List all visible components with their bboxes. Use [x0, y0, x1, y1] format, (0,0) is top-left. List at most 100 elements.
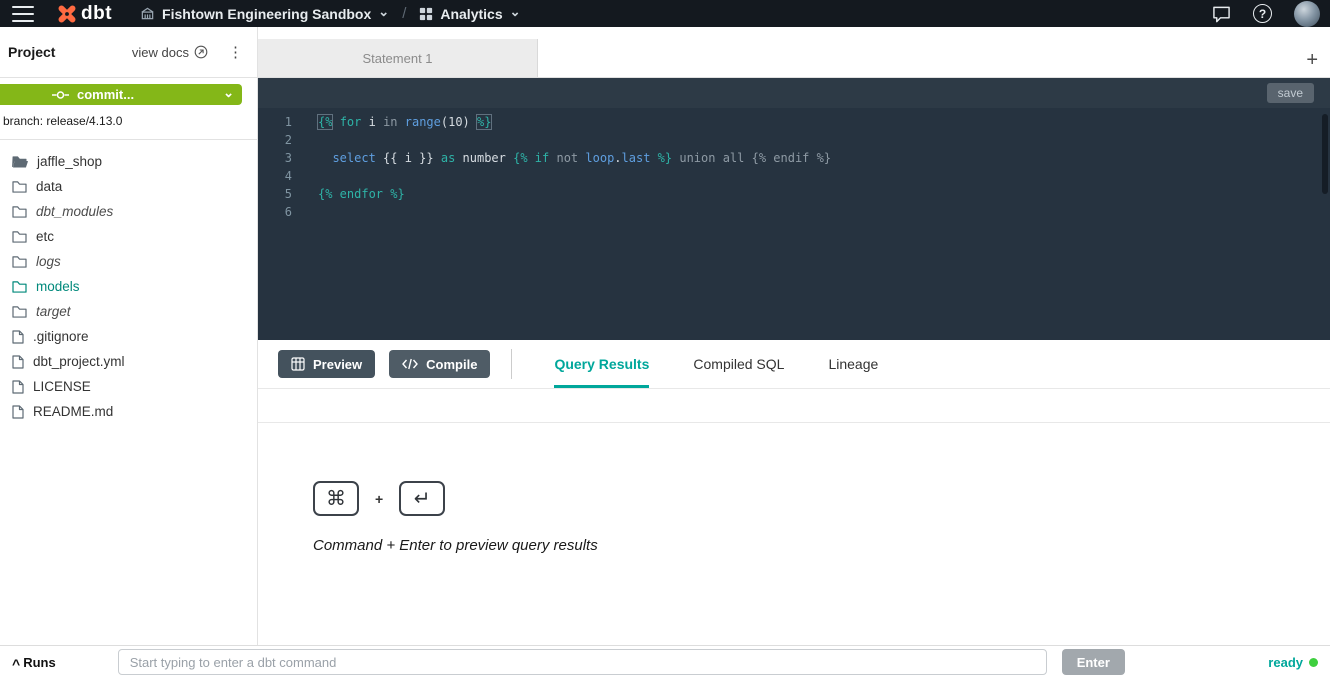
- code-line[interactable]: 3 select {{ i }} as number {% if not loo…: [258, 149, 1330, 167]
- commit-section: commit... ⌄: [0, 78, 257, 105]
- chat-icon[interactable]: [1212, 5, 1231, 23]
- status-text: ready: [1268, 655, 1303, 670]
- folder-icon: [12, 205, 27, 218]
- enter-button[interactable]: Enter: [1062, 649, 1125, 675]
- code-line-content: [292, 131, 318, 149]
- folder-icon: [12, 305, 27, 318]
- tab-compiled-sql[interactable]: Compiled SQL: [693, 340, 784, 388]
- main-row: Project view docs ⋮ commit... ⌄: [0, 27, 1330, 645]
- results-subheader: [258, 389, 1330, 423]
- commit-icon: [52, 90, 69, 100]
- folder-icon: [12, 280, 27, 293]
- tree-item-models[interactable]: models: [0, 274, 257, 299]
- status-bar: ^ Runs Enter ready: [0, 645, 1330, 678]
- code-line[interactable]: 2: [258, 131, 1330, 149]
- tree-item-data[interactable]: data: [0, 174, 257, 199]
- dbt-logo[interactable]: dbt: [56, 3, 112, 25]
- editor-toolbar: save: [258, 78, 1330, 108]
- compile-button[interactable]: Compile: [389, 350, 490, 378]
- sidebar-menu-icon[interactable]: ⋮: [224, 43, 247, 61]
- dbt-logo-icon: [56, 3, 78, 25]
- tab-lineage[interactable]: Lineage: [828, 340, 878, 388]
- runs-label: Runs: [23, 655, 56, 670]
- tree-item-etc[interactable]: etc: [0, 224, 257, 249]
- tree-item-label: data: [36, 179, 62, 194]
- tree-item-logs[interactable]: logs: [0, 249, 257, 274]
- tree-item-gitignore[interactable]: .gitignore: [0, 324, 257, 349]
- results-body: ⌘ + ↵ Command + Enter to preview query r…: [258, 423, 1330, 645]
- code-line-content: [292, 203, 318, 221]
- enter-key-icon: ↵: [399, 481, 445, 516]
- code-line[interactable]: 1{% for i in range(10) %}: [258, 113, 1330, 131]
- file-icon: [12, 330, 24, 344]
- file-icon: [12, 380, 24, 394]
- folder-icon: [12, 230, 27, 243]
- tree-item-label: models: [36, 279, 80, 294]
- plus-sign: +: [375, 491, 383, 507]
- grid-table-icon: [291, 357, 305, 371]
- grid-icon: [419, 7, 433, 21]
- account-selector[interactable]: Fishtown Engineering Sandbox ⌄: [140, 6, 389, 22]
- tree-item-readme-md[interactable]: README.md: [0, 399, 257, 424]
- dbt-cloud-ide: dbt Fishtown Engineering Sandbox ⌄ / Ana…: [0, 0, 1330, 678]
- tree-item-target[interactable]: target: [0, 299, 257, 324]
- line-number: 5: [258, 185, 292, 203]
- editor-scrollbar[interactable]: [1322, 114, 1328, 194]
- shortcut-keys: ⌘ + ↵: [313, 481, 1330, 516]
- tree-item-label: dbt_project.yml: [33, 354, 125, 369]
- line-number: 1: [258, 113, 292, 131]
- folder-icon: [12, 180, 27, 193]
- tree-item-label: target: [36, 304, 71, 319]
- project-selector[interactable]: Analytics ⌄: [419, 6, 520, 22]
- code-line[interactable]: 5{% endfor %}: [258, 185, 1330, 203]
- save-button[interactable]: save: [1267, 83, 1314, 103]
- line-number: 4: [258, 167, 292, 185]
- tab-statement-1[interactable]: Statement 1: [258, 39, 538, 77]
- line-number: 2: [258, 131, 292, 149]
- chevron-down-icon: ⌄: [378, 8, 389, 16]
- shortcut-hint: Command + Enter to preview query results: [313, 537, 1330, 554]
- line-number: 6: [258, 203, 292, 221]
- command-input[interactable]: [118, 649, 1047, 675]
- results-toolbar: Preview Compile Query Results Compiled SQ…: [258, 340, 1330, 389]
- tree-item-label: .gitignore: [33, 329, 89, 344]
- tree-item-jaffle-shop[interactable]: jaffle_shop: [0, 149, 257, 174]
- file-icon: [12, 355, 24, 369]
- view-docs-link[interactable]: view docs: [132, 45, 208, 60]
- toolbar-divider: [511, 349, 512, 379]
- external-link-icon: [194, 45, 208, 59]
- code-line[interactable]: 6: [258, 203, 1330, 221]
- file-tree: jaffle_shopdata dbt_modulesetc logs models t…: [0, 140, 257, 424]
- new-tab-button[interactable]: +: [1306, 50, 1318, 70]
- code-icon: [402, 358, 418, 370]
- branch-label: branch: release/4.13.0: [0, 105, 257, 139]
- code-line-content: {% for i in range(10) %}: [292, 113, 491, 131]
- folder-open-icon: [12, 155, 28, 168]
- commit-button[interactable]: commit... ⌄: [0, 84, 242, 105]
- sidebar-header: Project view docs ⋮: [0, 27, 257, 78]
- tab-query-results[interactable]: Query Results: [554, 340, 649, 388]
- code-line-content: [292, 167, 318, 185]
- code-editor[interactable]: 1{% for i in range(10) %}23 select {{ i …: [258, 108, 1330, 340]
- help-icon[interactable]: ?: [1253, 4, 1272, 23]
- hamburger-menu-icon[interactable]: [12, 6, 34, 22]
- compile-label: Compile: [426, 357, 477, 372]
- tree-item-dbt-modules[interactable]: dbt_modules: [0, 199, 257, 224]
- tree-item-label: README.md: [33, 404, 113, 419]
- tree-item-label: logs: [36, 254, 61, 269]
- runs-toggle[interactable]: ^ Runs: [12, 654, 56, 670]
- code-line[interactable]: 4: [258, 167, 1330, 185]
- preview-button[interactable]: Preview: [278, 350, 375, 378]
- tree-item-dbt-project-yml[interactable]: dbt_project.yml: [0, 349, 257, 374]
- tree-item-label: etc: [36, 229, 54, 244]
- tree-item-label: LICENSE: [33, 379, 91, 394]
- caret-up-icon: ^: [12, 656, 20, 672]
- status-indicator: ready: [1268, 655, 1318, 670]
- avatar[interactable]: [1294, 1, 1320, 27]
- commit-label: commit...: [77, 87, 134, 102]
- tree-item-license[interactable]: LICENSE: [0, 374, 257, 399]
- preview-label: Preview: [313, 357, 362, 372]
- tree-item-label: jaffle_shop: [37, 154, 102, 169]
- dbt-logo-text: dbt: [81, 3, 112, 25]
- results-tabs: Query Results Compiled SQL Lineage: [554, 340, 878, 388]
